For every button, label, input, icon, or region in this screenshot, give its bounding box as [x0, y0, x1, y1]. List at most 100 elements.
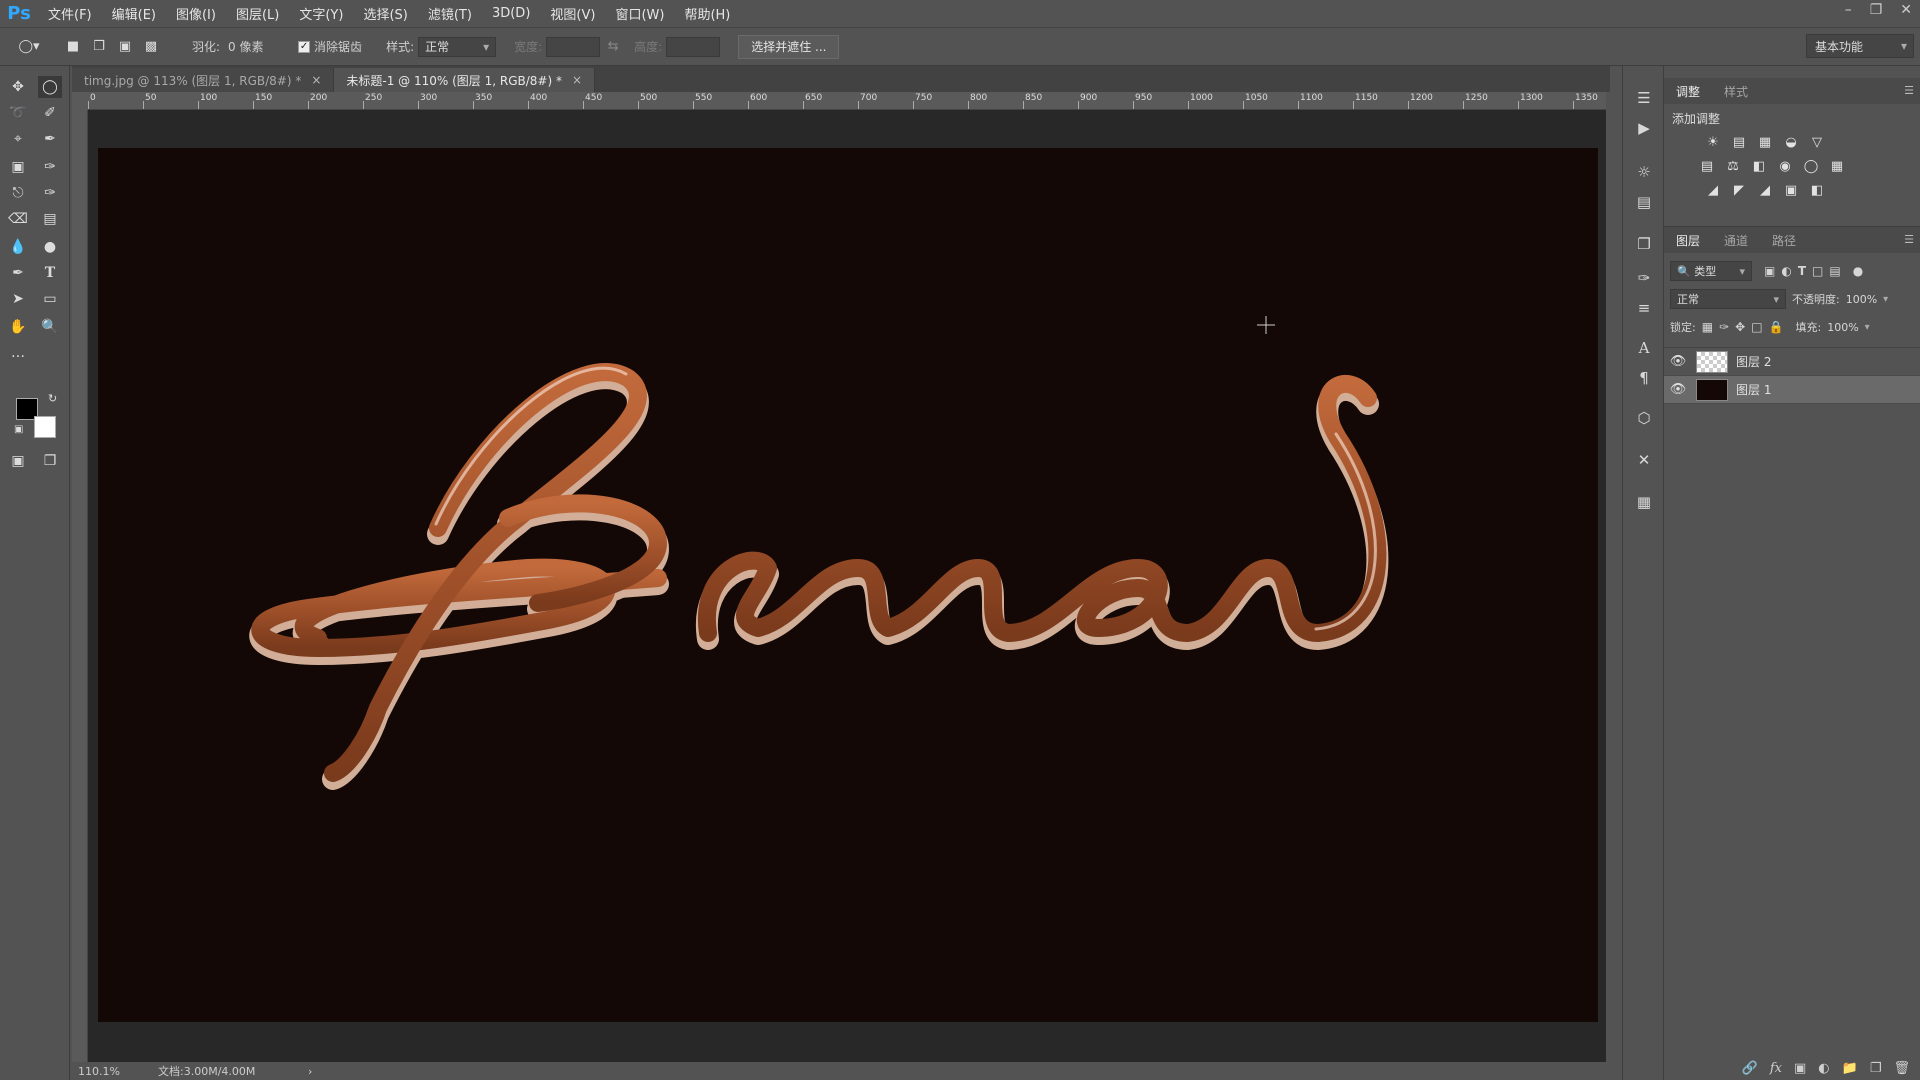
menu-view[interactable]: 视图(V)	[540, 4, 605, 23]
new-selection-icon[interactable]: ■	[62, 36, 84, 58]
feather-input[interactable]: 0 像素	[228, 38, 290, 55]
vertical-ruler[interactable]	[72, 110, 88, 1062]
selective-color-icon[interactable]: ◧	[1808, 181, 1826, 199]
add-selection-icon[interactable]: ❐	[88, 36, 110, 58]
lock-transparent-icon[interactable]: ▦	[1702, 320, 1713, 334]
tab-styles[interactable]: 样式	[1712, 83, 1760, 100]
close-window-icon[interactable]: ✕	[1900, 2, 1912, 18]
document-canvas[interactable]	[98, 148, 1598, 1022]
opacity-dropdown-icon[interactable]: ▾	[1883, 294, 1888, 305]
layer-row[interactable]: 👁 图层 1	[1664, 376, 1920, 404]
zoom-tool-icon[interactable]: 🔍	[38, 316, 62, 338]
brightness-contrast-icon[interactable]: ☀	[1704, 133, 1722, 151]
clone-source-panel-icon[interactable]: ❐	[1632, 232, 1656, 256]
history-brush-tool-icon[interactable]: ✑	[38, 182, 62, 204]
select-and-mask-button[interactable]: 选择并遮住 ...	[738, 34, 840, 59]
menu-file[interactable]: 文件(F)	[38, 4, 102, 23]
tab-channels[interactable]: 通道	[1712, 232, 1760, 249]
levels-icon[interactable]: ▤	[1730, 133, 1748, 151]
dodge-tool-icon[interactable]: ●	[38, 236, 62, 258]
close-tab-icon[interactable]: ×	[311, 73, 321, 87]
type-tool-icon[interactable]: T	[38, 262, 62, 284]
panel-menu-icon[interactable]: ☰	[1904, 84, 1914, 97]
layer-name[interactable]: 图层 2	[1736, 353, 1771, 370]
lock-all-icon[interactable]: 🔒	[1769, 320, 1784, 334]
layer-name[interactable]: 图层 1	[1736, 381, 1771, 398]
lock-position-icon[interactable]: ✥	[1735, 320, 1745, 334]
close-tab-icon[interactable]: ×	[572, 73, 582, 87]
color-lookup-icon[interactable]: ▦	[1828, 157, 1846, 175]
lock-artboard-icon[interactable]: □	[1751, 320, 1762, 334]
antialias-checkbox[interactable]: ✓	[298, 40, 311, 53]
vibrance-icon[interactable]: ▽	[1808, 133, 1826, 151]
blend-mode-select[interactable]: 正常 ▾	[1670, 289, 1786, 309]
brush-presets-icon[interactable]: ✑	[1632, 266, 1656, 290]
spot-healing-tool-icon[interactable]: ▣	[6, 156, 30, 178]
gradient-map-icon[interactable]: ▣	[1782, 181, 1800, 199]
tab-timg[interactable]: timg.jpg @ 113% (图层 1, RGB/8#) * ×	[72, 68, 335, 92]
layer-row[interactable]: 👁 图层 2	[1664, 348, 1920, 376]
histogram-panel-icon[interactable]: ▤	[1632, 190, 1656, 214]
quick-mask-icon[interactable]: ▣	[6, 450, 30, 472]
filter-pixel-icon[interactable]: ▣	[1764, 264, 1775, 278]
clone-stamp-tool-icon[interactable]: ⎋	[6, 182, 30, 204]
swap-colors-icon[interactable]: ↻	[48, 392, 57, 405]
eye-icon[interactable]: 👁	[1664, 354, 1692, 369]
canvas-area[interactable]	[88, 110, 1606, 1062]
eraser-tool-icon[interactable]: ⌫	[6, 208, 30, 230]
move-tool-icon[interactable]: ✥	[6, 76, 30, 98]
layer-style-fx-icon[interactable]: fx	[1770, 1061, 1782, 1076]
menu-edit[interactable]: 编辑(E)	[102, 4, 166, 23]
minimize-icon[interactable]: –	[1845, 2, 1852, 18]
threshold-icon[interactable]: ◢	[1756, 181, 1774, 199]
more-tools-icon[interactable]: …	[6, 342, 30, 364]
restore-icon[interactable]: ❐	[1870, 2, 1883, 18]
add-mask-icon[interactable]: ▣	[1794, 1061, 1806, 1076]
zoom-level[interactable]: 110.1%	[78, 1065, 148, 1078]
tab-untitled[interactable]: 未标题-1 @ 110% (图层 1, RGB/8#) * ×	[334, 68, 596, 92]
default-colors-icon[interactable]: ▣	[14, 424, 23, 435]
crop-tool-icon[interactable]: ⌖	[6, 128, 30, 150]
posterize-icon[interactable]: ◤	[1730, 181, 1748, 199]
link-layers-icon[interactable]: 🔗	[1742, 1061, 1758, 1076]
menu-type[interactable]: 文字(Y)	[289, 4, 353, 23]
menu-filter[interactable]: 滤镜(T)	[418, 4, 482, 23]
background-color-swatch[interactable]	[34, 416, 56, 438]
actions-play-icon[interactable]: ▶	[1632, 116, 1656, 140]
menu-window[interactable]: 窗口(W)	[605, 4, 674, 23]
workspace-select[interactable]: 基本功能 ▾	[1806, 34, 1914, 58]
lasso-tool-icon[interactable]: ➰	[6, 102, 30, 124]
paragraph-panel-icon[interactable]: ¶	[1632, 366, 1656, 390]
color-balance-icon[interactable]: ⚖	[1724, 157, 1742, 175]
panel-menu-icon[interactable]: ☰	[1904, 233, 1914, 246]
width-input[interactable]	[546, 36, 601, 57]
tab-adjustments[interactable]: 调整	[1664, 83, 1712, 100]
hand-tool-icon[interactable]: ✋	[6, 316, 30, 338]
fill-input[interactable]: 100%	[1827, 321, 1858, 334]
exposure-icon[interactable]: ◒	[1782, 133, 1800, 151]
elliptical-marquee-tool-icon[interactable]: ◯	[38, 76, 62, 98]
quick-selection-tool-icon[interactable]: ✐	[38, 102, 62, 124]
horizontal-ruler[interactable]: 0 50 100 150 200 250 300 350 400 450 500 550 600 650 7…	[88, 92, 1606, 110]
height-input[interactable]	[666, 36, 721, 57]
blur-tool-icon[interactable]: 💧	[6, 236, 30, 258]
subtract-selection-icon[interactable]: ▣	[114, 36, 136, 58]
menu-select[interactable]: 选择(S)	[353, 4, 417, 23]
status-menu-arrow[interactable]: ›	[308, 1065, 312, 1078]
channel-mixer-icon[interactable]: ◯	[1802, 157, 1820, 175]
brush-tool-icon[interactable]: ✑	[38, 156, 62, 178]
menu-image[interactable]: 图像(I)	[166, 4, 226, 23]
layer-filter-select[interactable]: 🔍 类型 ▾	[1670, 261, 1752, 281]
menu-3d[interactable]: 3D(D)	[482, 6, 540, 21]
gradient-tool-icon[interactable]: ▤	[38, 208, 62, 230]
swatches-panel-icon[interactable]: ▦	[1632, 490, 1656, 514]
pen-tool-icon[interactable]: ✒	[6, 262, 30, 284]
opacity-input[interactable]: 100%	[1846, 293, 1877, 306]
delete-layer-icon[interactable]: 🗑	[1893, 1061, 1910, 1076]
new-layer-icon[interactable]: ❐	[1870, 1061, 1882, 1076]
path-selection-tool-icon[interactable]: ➤	[6, 288, 30, 310]
invert-icon[interactable]: ◢	[1704, 181, 1722, 199]
tab-paths[interactable]: 路径	[1760, 232, 1808, 249]
tool-presets-icon[interactable]: ✕	[1632, 448, 1656, 472]
photo-filter-icon[interactable]: ◉	[1776, 157, 1794, 175]
